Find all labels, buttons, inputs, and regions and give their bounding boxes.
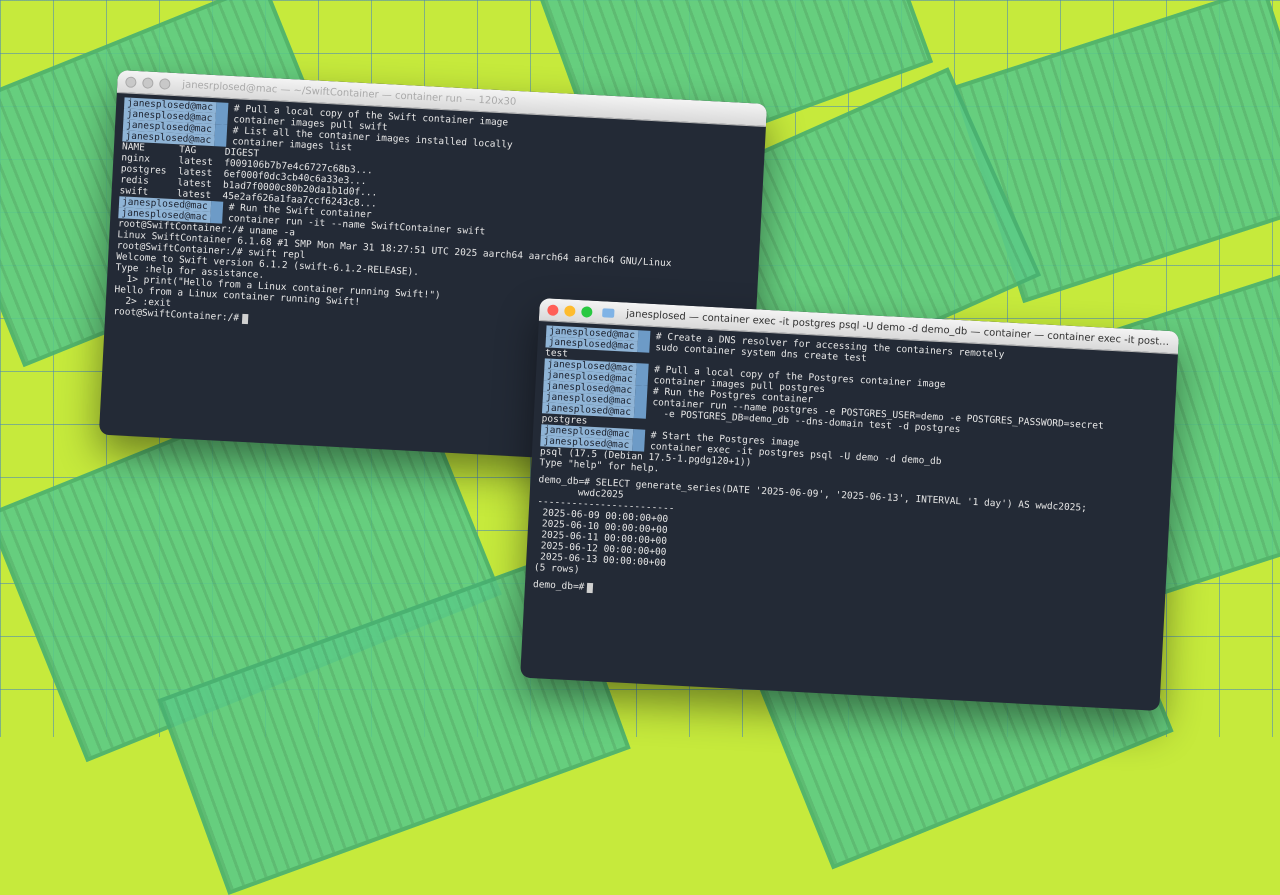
zoom-button[interactable] [159, 77, 171, 90]
prompt-chevron-icon [215, 102, 229, 125]
terminal-output[interactable]: janesplosed@mac janesplosed@mac # Create… [525, 321, 1178, 627]
minimize-button[interactable] [142, 76, 154, 89]
prompt-chevron-icon [633, 385, 648, 419]
prompt-chevron-icon [209, 201, 224, 224]
prompt-text: demo_db=# [532, 579, 585, 593]
prompt-chevron-icon [635, 363, 649, 386]
close-button[interactable] [125, 75, 137, 88]
prompt-chevron-icon [631, 429, 646, 452]
minimize-button[interactable] [564, 304, 576, 317]
prompt-chevron-icon [637, 330, 651, 353]
prompt-chevron-icon [213, 124, 228, 147]
close-button[interactable] [547, 303, 559, 316]
text-cursor [241, 313, 249, 324]
terminal-window-postgres[interactable]: janesplosed — container exec -it postgre… [520, 298, 1180, 711]
text-cursor [587, 582, 594, 593]
folder-icon [602, 307, 615, 318]
zoom-button[interactable] [581, 305, 593, 318]
